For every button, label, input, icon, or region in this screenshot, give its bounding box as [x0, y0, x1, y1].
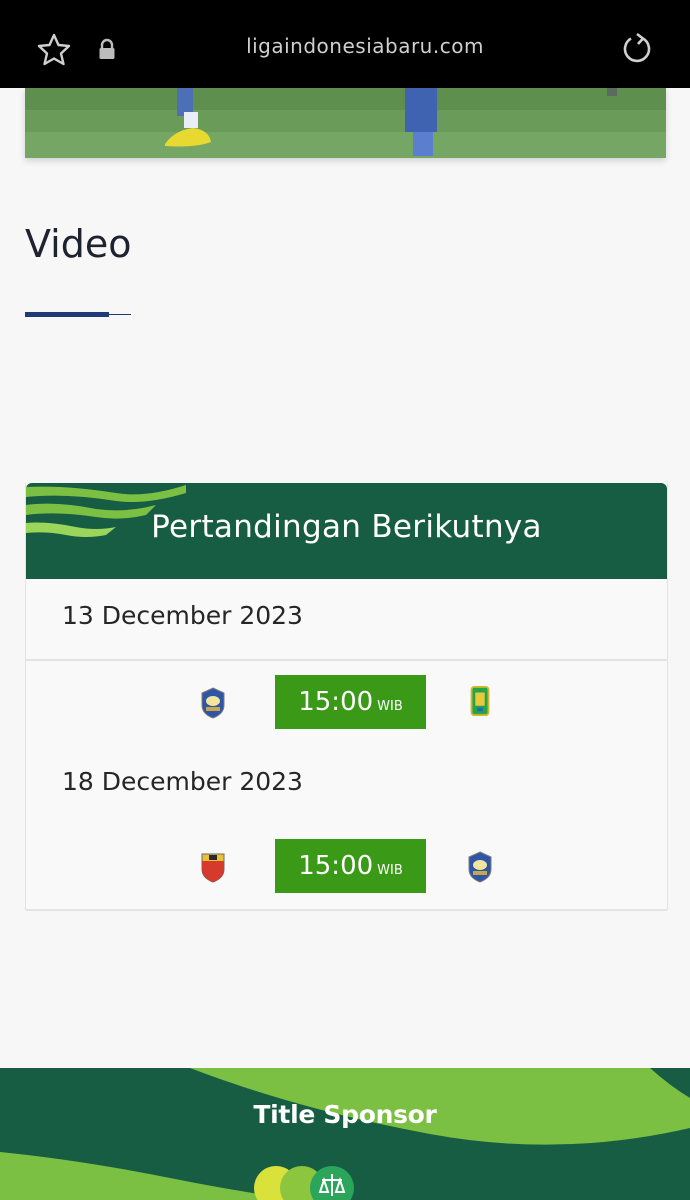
- hero-image[interactable]: [25, 88, 666, 158]
- address-bar-url[interactable]: ligaindonesiabaru.com: [0, 34, 690, 58]
- fixture-date: 13 December 2023: [62, 601, 303, 630]
- sponsor-footer: Title Sponsor: [0, 1068, 690, 1200]
- sponsor-logo[interactable]: [250, 1166, 360, 1200]
- kickoff-time[interactable]: 15:00 WIB: [275, 675, 426, 729]
- green-yellow-club-crest-icon[interactable]: [467, 685, 493, 717]
- blue-club-crest-icon[interactable]: [200, 687, 226, 719]
- red-yellow-club-crest-icon[interactable]: [200, 851, 226, 883]
- video-section-title: Video: [25, 222, 132, 266]
- title-sponsor-heading: Title Sponsor: [253, 1100, 437, 1129]
- section-underline: [25, 312, 131, 318]
- next-matches-header: Pertandingan Berikutnya: [26, 483, 667, 579]
- next-matches-widget: Pertandingan Berikutnya 13 December 2023…: [25, 483, 668, 911]
- browser-toolbar: ligaindonesiabaru.com: [0, 0, 690, 88]
- fixture-row[interactable]: 15:00 WIB: [26, 661, 667, 747]
- reload-icon[interactable]: [620, 32, 654, 66]
- blue-club-crest-icon[interactable]: [467, 851, 493, 883]
- fixture-date: 18 December 2023: [62, 767, 303, 796]
- kickoff-time[interactable]: 15:00 WIB: [275, 839, 426, 893]
- fixture-date-row: 13 December 2023: [26, 579, 667, 661]
- next-matches-title: Pertandingan Berikutnya: [151, 509, 542, 545]
- fixture-row[interactable]: 15:00 WIB: [26, 825, 667, 911]
- fixture-date-row: 18 December 2023: [26, 745, 667, 827]
